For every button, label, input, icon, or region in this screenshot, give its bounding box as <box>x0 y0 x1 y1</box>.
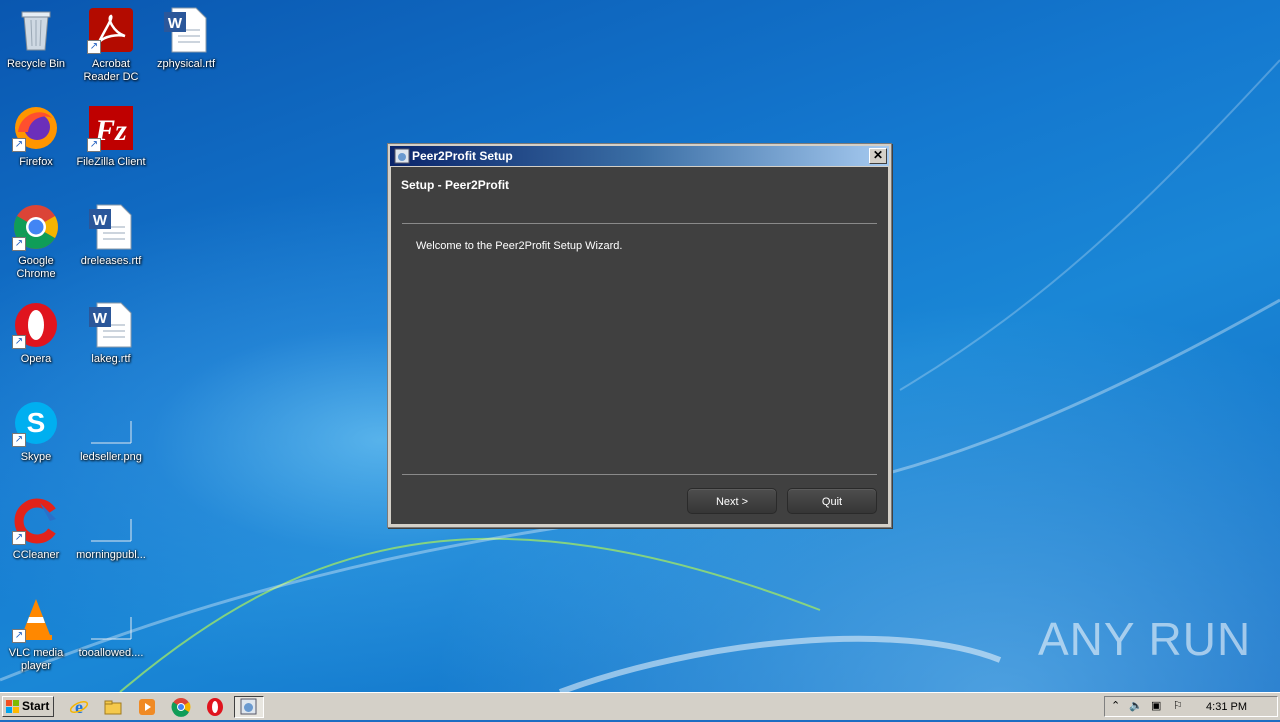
shortcut-arrow-icon: ↗ <box>12 138 26 152</box>
window-titlebar[interactable]: Peer2Profit Setup ✕ <box>390 146 889 166</box>
word-doc-icon: W <box>87 203 135 251</box>
desktop-icon-ledseller[interactable]: ledseller.png <box>74 399 148 464</box>
ie-icon[interactable]: e <box>69 697 89 717</box>
blank-file-icon <box>87 595 135 643</box>
clock[interactable]: 4:31 PM <box>1206 701 1247 713</box>
desktop-icon-acrobat[interactable]: ↗ Acrobat Reader DC <box>74 6 148 84</box>
taskbar: Start e ⌃ 🔈 ▣ ⚐ 4:31 PM <box>0 692 1280 720</box>
word-doc-icon: W <box>162 6 210 54</box>
desktop-icon-firefox[interactable]: ↗ Firefox <box>0 104 73 169</box>
quit-button[interactable]: Quit <box>787 488 877 514</box>
opera-icon[interactable] <box>205 697 225 717</box>
desktop-icon-tooallowed[interactable]: tooallowed.... <box>74 595 148 660</box>
svg-text:e: e <box>75 697 83 717</box>
shortcut-arrow-icon: ↗ <box>87 40 101 54</box>
desktop-icon-label: ledseller.png <box>80 451 142 463</box>
desktop-icon-label: tooallowed.... <box>78 647 144 659</box>
desktop-icon-label: lakeg.rtf <box>91 353 131 365</box>
vlc-icon: ↗ <box>12 595 60 643</box>
media-player-icon[interactable] <box>137 697 157 717</box>
action-center-flag-icon[interactable]: ⚐ <box>1173 699 1183 712</box>
window-title: Peer2Profit Setup <box>412 149 513 163</box>
desktop-icon-label: Skype <box>20 451 52 463</box>
volume-icon[interactable]: 🔈 <box>1129 699 1143 712</box>
chrome-icon[interactable] <box>171 697 191 717</box>
divider <box>402 223 877 224</box>
blank-file-icon <box>87 497 135 545</box>
show-hidden-icons[interactable]: ⌃ <box>1111 699 1120 712</box>
acrobat-icon: ↗ <box>87 6 135 54</box>
desktop-icon-ccleaner[interactable]: ↗ CCleaner <box>0 497 73 562</box>
recycle-bin-icon <box>12 6 60 54</box>
explorer-icon[interactable] <box>103 697 123 717</box>
skype-icon: S ↗ <box>12 399 60 447</box>
desktop-icon-vlc[interactable]: ↗ VLC media player <box>0 595 73 673</box>
system-tray: ⌃ 🔈 ▣ ⚐ 4:31 PM <box>1104 696 1278 717</box>
desktop-icon-dreleases[interactable]: W dreleases.rtf <box>74 203 148 268</box>
anyrun-watermark: ANY RUN <box>1038 612 1251 666</box>
word-doc-icon: W <box>87 301 135 349</box>
shortcut-arrow-icon: ↗ <box>12 531 26 545</box>
taskbar-setup-window[interactable] <box>234 696 264 718</box>
desktop-icon-chrome[interactable]: ↗ Google Chrome <box>0 203 73 281</box>
desktop-icon-label: FileZilla Client <box>76 156 146 168</box>
shortcut-arrow-icon: ↗ <box>87 138 101 152</box>
image-file-icon <box>87 399 135 447</box>
firefox-icon: ↗ <box>12 104 60 152</box>
desktop-icon-label: Google Chrome <box>16 255 56 280</box>
desktop-icon-label: CCleaner <box>12 549 60 561</box>
ccleaner-icon: ↗ <box>12 497 60 545</box>
next-button[interactable]: Next > <box>687 488 777 514</box>
filezilla-icon: Fz ↗ <box>87 104 135 152</box>
svg-text:W: W <box>93 212 108 229</box>
welcome-text: Welcome to the Peer2Profit Setup Wizard. <box>416 240 623 252</box>
wizard-heading: Setup - Peer2Profit <box>401 178 510 192</box>
shortcut-arrow-icon: ↗ <box>12 629 26 643</box>
setup-icon <box>394 148 410 164</box>
start-label: Start <box>22 699 50 713</box>
desktop-icon-morningpubl[interactable]: morningpubl... <box>74 497 148 562</box>
shortcut-arrow-icon: ↗ <box>12 335 26 349</box>
shortcut-arrow-icon: ↗ <box>12 433 26 447</box>
desktop-icon-filezilla[interactable]: Fz ↗ FileZilla Client <box>74 104 148 169</box>
setup-window: Peer2Profit Setup ✕ Setup - Peer2Profit … <box>387 143 892 528</box>
watermark-text: ANY RUN <box>1038 613 1252 665</box>
windows-flag-icon <box>6 700 20 713</box>
desktop-icon-zphysical[interactable]: W zphysical.rtf <box>149 6 223 71</box>
desktop-icon-label: Acrobat Reader DC <box>83 58 139 83</box>
svg-text:W: W <box>168 15 183 32</box>
start-button[interactable]: Start <box>2 696 54 717</box>
shortcut-arrow-icon: ↗ <box>12 237 26 251</box>
svg-text:W: W <box>93 310 108 327</box>
chrome-icon: ↗ <box>12 203 60 251</box>
desktop-icon-skype[interactable]: S ↗ Skype <box>0 399 73 464</box>
desktop-icon-opera[interactable]: ↗ Opera <box>0 301 73 366</box>
desktop-icon-label: Firefox <box>19 156 53 168</box>
svg-text:S: S <box>27 407 46 438</box>
desktop: Recycle Bin ↗ Firefox ↗ Google Chrome ↗ … <box>0 0 1280 692</box>
opera-icon: ↗ <box>12 301 60 349</box>
desktop-icon-label: VLC media player <box>8 647 64 672</box>
desktop-icon-label: Opera <box>20 353 52 365</box>
desktop-icon-recycle-bin[interactable]: Recycle Bin <box>0 6 73 71</box>
desktop-icon-label: zphysical.rtf <box>156 58 216 70</box>
desktop-icon-label: Recycle Bin <box>6 58 66 70</box>
divider <box>402 474 877 475</box>
network-icon[interactable]: ▣ <box>1151 699 1161 712</box>
close-button[interactable]: ✕ <box>869 148 887 164</box>
desktop-icon-label: morningpubl... <box>76 549 146 561</box>
wizard-panel: Setup - Peer2Profit Welcome to the Peer2… <box>391 167 888 524</box>
desktop-icon-label: dreleases.rtf <box>80 255 142 267</box>
desktop-icon-lakeg[interactable]: W lakeg.rtf <box>74 301 148 366</box>
